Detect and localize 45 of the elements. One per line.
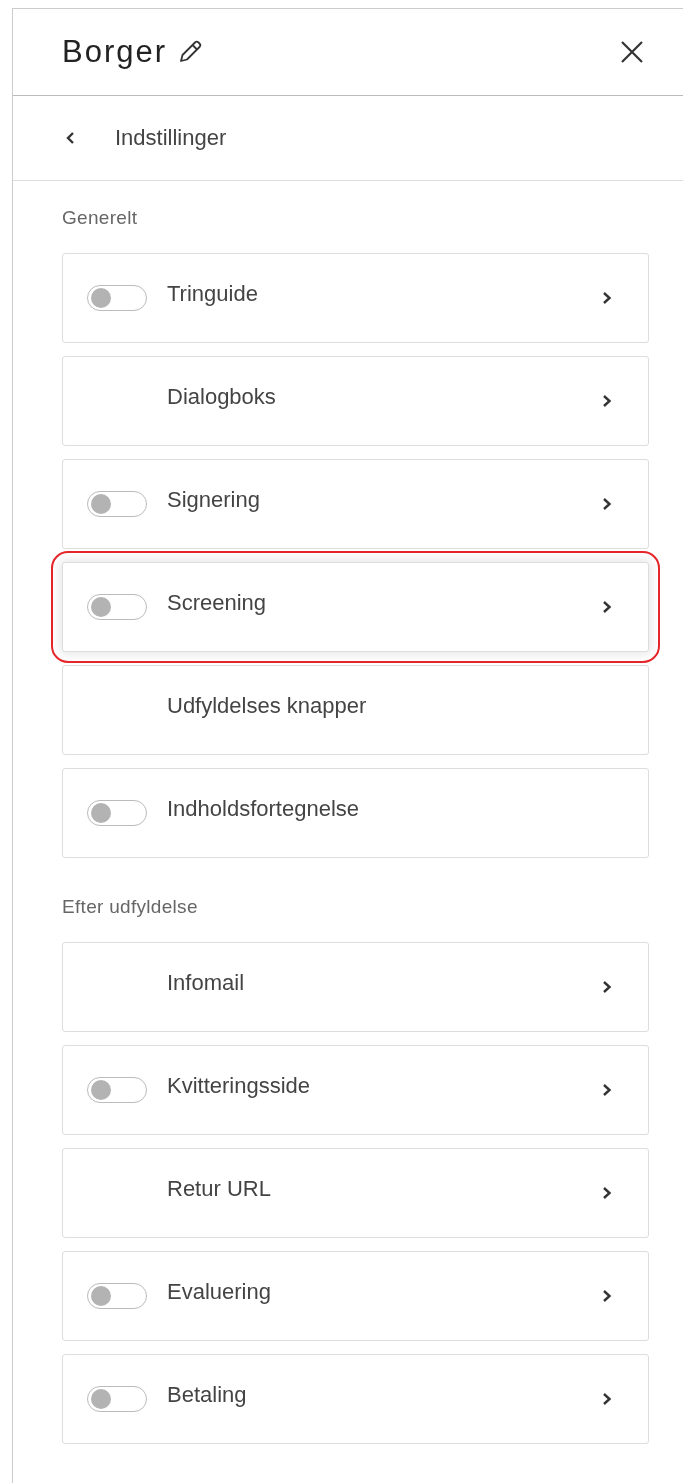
chevron-right-icon bbox=[602, 394, 612, 408]
settings-row[interactable]: Signering bbox=[62, 459, 649, 549]
section-heading: Efter udfyldelse bbox=[62, 896, 199, 918]
row-label: Betaling bbox=[167, 1382, 247, 1408]
settings-row[interactable]: Tringuide bbox=[62, 253, 649, 343]
panel-title: Borger bbox=[62, 34, 168, 70]
row-label: Evaluering bbox=[167, 1279, 271, 1305]
toggle-switch[interactable] bbox=[87, 800, 147, 826]
settings-row[interactable]: Betaling bbox=[62, 1354, 649, 1444]
chevron-right-icon bbox=[602, 1392, 612, 1406]
settings-row[interactable]: Infomail bbox=[62, 942, 649, 1032]
toggle-switch[interactable] bbox=[87, 1283, 147, 1309]
chevron-right-icon bbox=[602, 600, 612, 614]
row-label: Infomail bbox=[167, 970, 245, 996]
settings-row[interactable]: Udfyldelses knapper bbox=[62, 665, 649, 755]
settings-row[interactable]: Evaluering bbox=[62, 1251, 649, 1341]
toggle-switch[interactable] bbox=[87, 1077, 147, 1103]
settings-row[interactable]: Dialogboks bbox=[62, 356, 649, 446]
toggle-switch[interactable] bbox=[87, 1386, 147, 1412]
toggle-switch[interactable] bbox=[87, 594, 147, 620]
row-label: Udfyldelses knapper bbox=[167, 693, 367, 719]
back-button[interactable] bbox=[65, 131, 77, 145]
chevron-right-icon bbox=[602, 1083, 612, 1097]
row-label: Retur URL bbox=[167, 1176, 271, 1202]
settings-row[interactable]: Screening bbox=[62, 562, 649, 652]
row-label: Tringuide bbox=[167, 281, 258, 307]
row-label: Screening bbox=[167, 590, 267, 616]
row-label: Kvitteringsside bbox=[167, 1073, 311, 1099]
chevron-right-icon bbox=[602, 1289, 612, 1303]
settings-row[interactable]: Kvitteringsside bbox=[62, 1045, 649, 1135]
pencil-icon[interactable] bbox=[177, 39, 204, 65]
row-label: Indholdsfortegnelse bbox=[167, 796, 360, 822]
chevron-right-icon bbox=[602, 1186, 612, 1200]
chevron-right-icon bbox=[602, 497, 612, 511]
close-button[interactable] bbox=[619, 39, 645, 65]
row-label: Dialogboks bbox=[167, 384, 276, 410]
chevron-right-icon bbox=[602, 291, 612, 305]
section-heading: Generelt bbox=[62, 207, 139, 229]
chevron-right-icon bbox=[602, 980, 612, 994]
settings-row[interactable]: Retur URL bbox=[62, 1148, 649, 1238]
settings-row[interactable]: Indholdsfortegnelse bbox=[62, 768, 649, 858]
toggle-switch[interactable] bbox=[87, 285, 147, 311]
toggle-switch[interactable] bbox=[87, 491, 147, 517]
back-label: Indstillinger bbox=[115, 125, 227, 151]
row-label: Signering bbox=[167, 487, 260, 513]
